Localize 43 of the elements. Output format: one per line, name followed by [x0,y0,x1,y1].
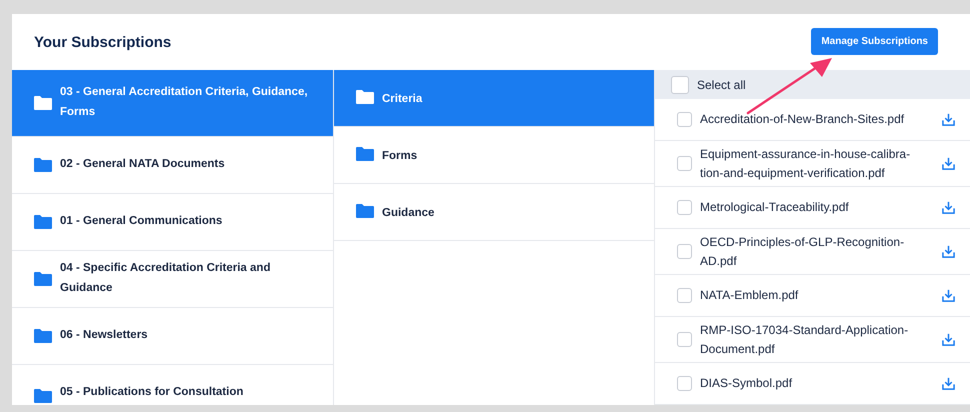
folder-icon [34,389,52,403]
file-checkbox[interactable] [677,376,692,391]
file-name: RMP-ISO-17034-Standard-Application-Document.pdf [700,322,910,358]
folder-icon [356,204,374,218]
folder-item[interactable]: 06 - Newsletters [12,308,333,365]
file-name: DIAS-Symbol.pdf [700,375,794,392]
folder-item[interactable]: 05 - Publications for Consultation [12,365,333,405]
download-icon[interactable] [942,245,955,258]
panel-title: Your Subscriptions [34,34,172,50]
select-all-label: Select all [697,78,746,92]
download-icon[interactable] [942,113,955,126]
file-name: OECD-Principles-of-GLP-Recognition-AD.pdf [700,234,906,270]
download-icon[interactable] [942,201,955,214]
download-icon[interactable] [942,289,955,302]
folder-icon [34,215,52,229]
folder-item[interactable]: 03 - General Accreditation Criteria, Guidance, Forms [12,70,333,137]
folder-item[interactable]: Guidance [334,184,654,241]
file-checkbox[interactable] [677,200,692,216]
folder-icon [34,158,52,172]
file-name: Accreditation-of-New-Branch-Sites.pdf [700,111,906,128]
file-checkbox[interactable] [677,332,692,348]
select-all-checkbox[interactable] [671,76,689,94]
file-checkbox[interactable] [677,244,692,260]
folder-icon [34,272,52,286]
folder-item[interactable]: 02 - General NATA Documents [12,137,333,194]
folder-icon [356,147,374,161]
file-name: NATA-Emblem.pdf [700,287,800,304]
file-name: Metrological-Traceability.pdf [700,199,850,216]
download-icon[interactable] [942,157,955,170]
folder-item[interactable]: 01 - General Communications [12,194,333,251]
download-icon[interactable] [942,376,955,390]
manage-subscriptions-button[interactable]: Manage Subscriptions [811,28,938,54]
download-icon[interactable] [942,333,955,346]
folder-icon [34,329,52,343]
folder-icon [34,96,52,110]
folder-item[interactable]: Forms [334,127,654,184]
file-checkbox[interactable] [677,156,692,172]
file-name: Equipment-assurance-in-house-calibra-tion-and-equipment-verification.pdf [700,146,912,182]
folder-item[interactable]: Criteria [334,70,654,127]
file-checkbox[interactable] [677,112,692,128]
file-checkbox[interactable] [677,288,692,304]
folder-icon [356,90,374,104]
folder-item[interactable]: 04 - Specific Accreditation Criteria and Guidance [12,251,333,308]
